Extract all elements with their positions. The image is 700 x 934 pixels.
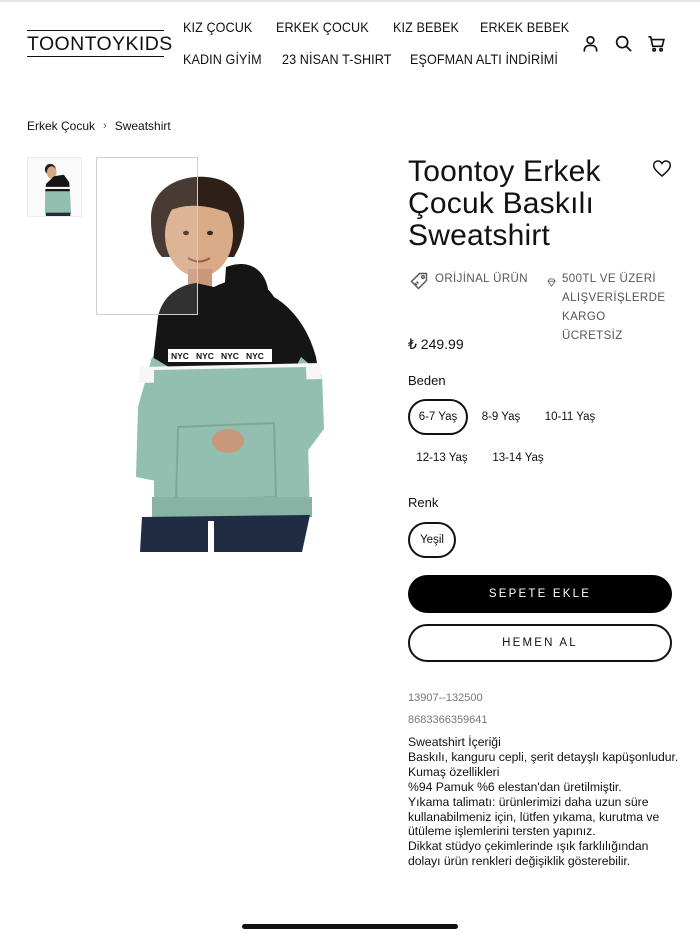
free-shipping-badge: 500TL VE ÜZERİ ALIŞVERİŞLERDE KARGO ÜCRE…	[547, 270, 665, 346]
header-actions	[581, 34, 666, 53]
description-line: Kumaş özellikleri	[408, 764, 500, 779]
diamond-icon	[547, 275, 556, 294]
main-nav-row-1: KIZ ÇOCUK ERKEK ÇOCUK KIZ BEBEK ERKEK BE…	[183, 19, 580, 35]
nav-esofman-alti-indirimi[interactable]: EŞOFMAN ALTI İNDİRİMİ	[410, 51, 558, 67]
chevron-right-icon: ›	[103, 120, 107, 132]
nyc-print-text: NYC	[196, 351, 214, 361]
shipping-line-3: KARGO ÜCRETSİZ	[562, 311, 623, 342]
top-divider	[0, 0, 700, 2]
product-sku: 13907--132500	[408, 692, 483, 704]
product-thumbnail[interactable]	[27, 157, 82, 217]
size-label: Beden	[408, 373, 446, 388]
original-badge-text: ORİJİNAL ÜRÜN	[435, 273, 528, 285]
home-indicator[interactable]	[242, 924, 458, 929]
nav-erkek-cocuk[interactable]: ERKEK ÇOCUK	[276, 19, 369, 35]
shipping-line-2: ALIŞVERİŞLERDE	[562, 292, 666, 304]
nav-erkek-bebek[interactable]: ERKEK BEBEK	[480, 19, 569, 35]
main-nav-row-2: KADIN GİYİM 23 NİSAN T-SHIRT EŞOFMAN ALT…	[183, 51, 575, 67]
shipping-line-1: 500TL VE ÜZERİ	[562, 273, 657, 285]
add-to-cart-button[interactable]: SEPETE EKLE	[408, 575, 672, 613]
size-option-6-7[interactable]: 6-7 Yaş	[408, 399, 468, 435]
product-price: ₺ 249.99	[408, 336, 464, 352]
nav-kadin-giyim[interactable]: KADIN GİYİM	[183, 51, 262, 67]
brand-logo[interactable]: TOONTOYKIDS	[27, 30, 172, 57]
cart-icon[interactable]	[647, 34, 666, 53]
breadcrumb: Erkek Çocuk › Sweatshirt	[27, 119, 171, 133]
breadcrumb-erkek-cocuk[interactable]: Erkek Çocuk	[27, 119, 95, 133]
user-icon[interactable]	[581, 34, 600, 53]
product-barcode: 8683366359641	[408, 714, 488, 726]
buy-now-button[interactable]: HEMEN AL	[408, 624, 672, 662]
description-line: Sweatshirt İçeriği	[408, 735, 501, 749]
color-option-yesil[interactable]: Yeşil	[408, 522, 456, 558]
product-description: Sweatshirt İçeriği Baskılı, kanguru cepl…	[408, 735, 678, 869]
product-title: Toontoy Erkek Çocuk Baskılı Sweatshirt	[408, 155, 601, 252]
tag-icon	[409, 271, 429, 298]
description-line: ütüleme işlemlerini tersten yapınız.	[408, 824, 596, 839]
breadcrumb-sweatshirt[interactable]: Sweatshirt	[115, 119, 171, 133]
search-icon[interactable]	[614, 34, 633, 53]
size-option-12-13[interactable]: 12-13 Yaş	[408, 440, 476, 476]
size-option-13-14[interactable]: 13-14 Yaş	[484, 440, 552, 476]
free-shipping-text: 500TL VE ÜZERİ ALIŞVERİŞLERDE KARGO ÜCRE…	[562, 270, 665, 346]
nav-kiz-bebek[interactable]: KIZ BEBEK	[393, 19, 459, 35]
size-option-8-9[interactable]: 8-9 Yaş	[474, 399, 528, 435]
nyc-print-text: NYC	[171, 351, 189, 361]
description-line: dolayı ürün renkleri değişiklik göstereb…	[408, 854, 631, 869]
description-line: kullanabilmeniz için, lütfen yıkama, kur…	[408, 809, 660, 824]
nav-kiz-cocuk[interactable]: KIZ ÇOCUK	[183, 19, 252, 35]
size-option-10-11[interactable]: 10-11 Yaş	[536, 399, 604, 435]
original-product-badge: ORİJİNAL ÜRÜN	[409, 270, 528, 298]
color-label: Renk	[408, 495, 439, 510]
image-zoom-lens[interactable]	[96, 157, 198, 315]
description-line: Baskılı, kanguru cepli, şerit detayşlı k…	[408, 749, 679, 764]
nyc-print-text: NYC	[246, 351, 264, 361]
description-line: %94 Pamuk %6 elestan'dan üretilmiştir.	[408, 779, 622, 794]
nyc-print-text: NYC	[221, 351, 239, 361]
description-line: Yıkama talimatı: ürünlerimizi daha uzun …	[408, 794, 649, 809]
heart-icon[interactable]	[652, 159, 672, 178]
nav-23-nisan-tshirt[interactable]: 23 NİSAN T-SHIRT	[282, 51, 392, 67]
description-line: Dikkat stüdyo çekimlerinde ışık farklılı…	[408, 839, 649, 854]
